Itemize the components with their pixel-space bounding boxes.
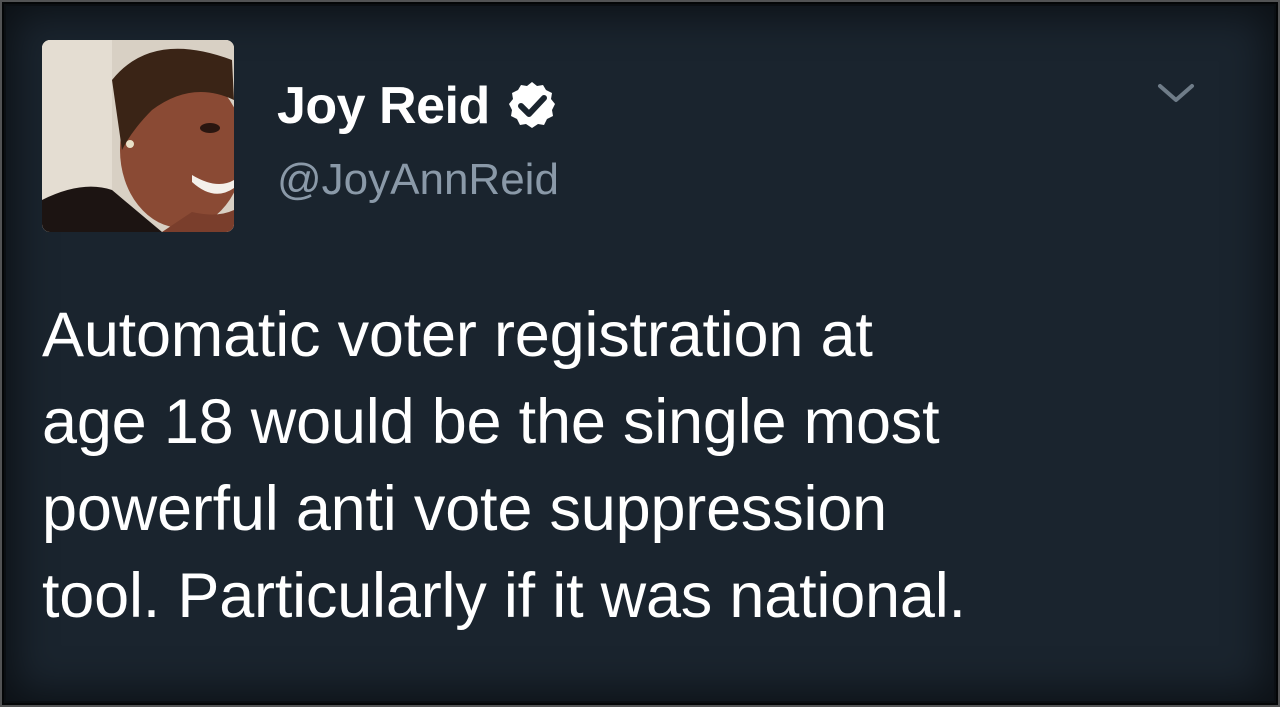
author-handle[interactable]: @JoyAnnReid: [277, 150, 559, 210]
chevron-down-icon[interactable]: [1152, 78, 1200, 110]
tweet-text: Automatic voter registration at age 18 w…: [42, 300, 966, 631]
display-name[interactable]: Joy Reid: [277, 74, 490, 138]
avatar[interactable]: [42, 40, 234, 232]
author-row: Joy Reid: [277, 74, 558, 138]
verified-badge-icon: [508, 82, 555, 128]
tweet-card: Joy Reid @JoyAnnReid Automatic voter reg…: [0, 0, 1280, 707]
